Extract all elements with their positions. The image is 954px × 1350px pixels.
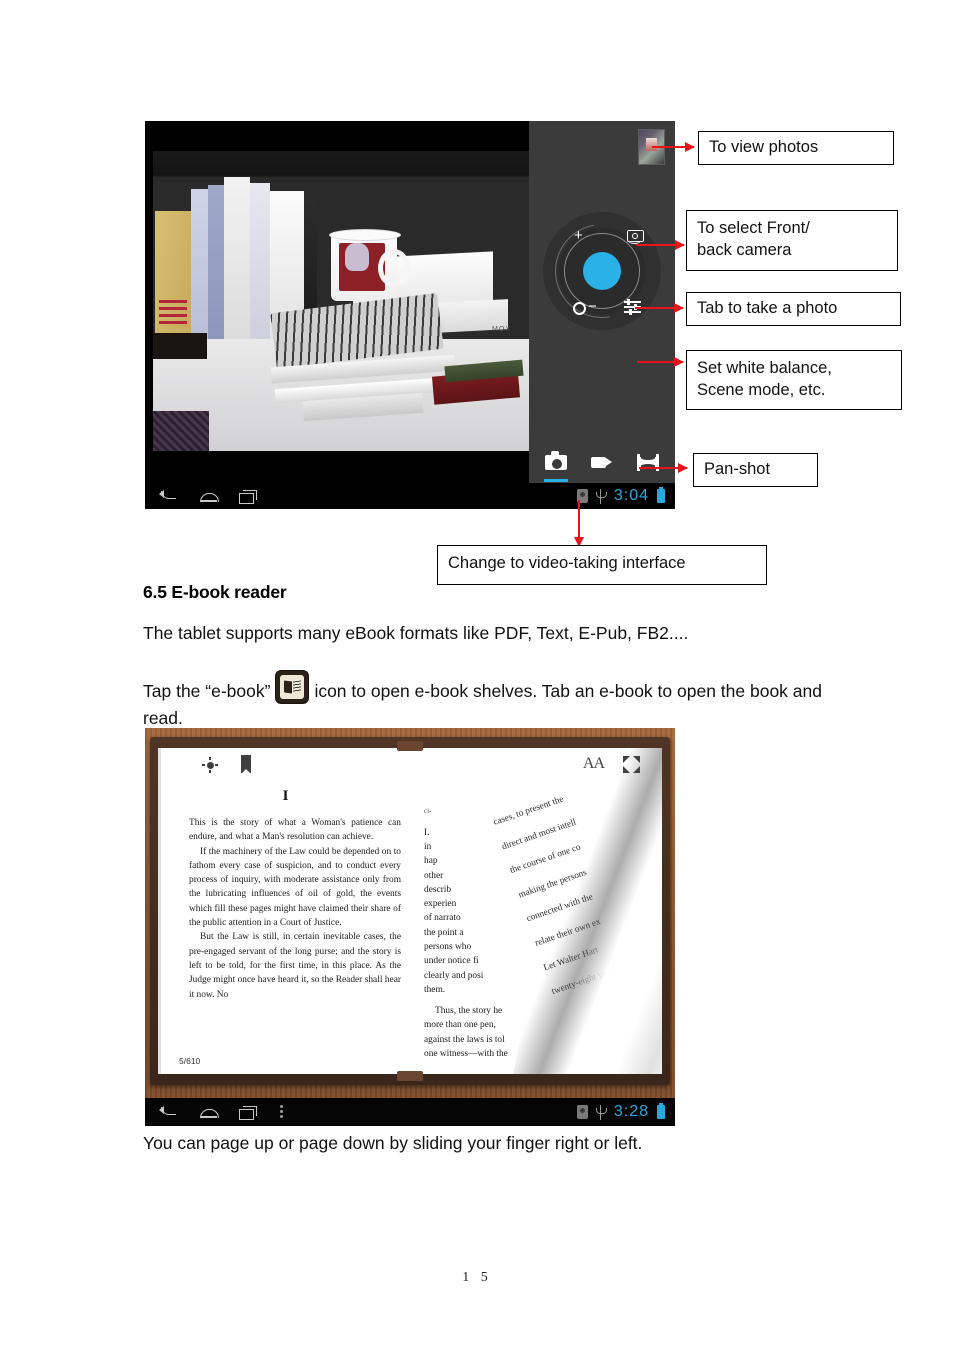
shutter-button[interactable] xyxy=(583,252,621,290)
right-para-3: one witness—with the xyxy=(424,1049,508,1060)
sd-card-icon xyxy=(576,1105,588,1119)
book-pages[interactable]: I This is the story of what a Woman's pa… xyxy=(158,748,662,1074)
callout-video-interface: Change to video-taking interface xyxy=(437,545,767,585)
chapter-number: I xyxy=(282,788,289,804)
back-icon[interactable] xyxy=(159,489,179,503)
status-clock[interactable]: 3:28 xyxy=(614,1103,649,1121)
camera-control-panel: + − xyxy=(529,121,675,483)
right-fragment-8: persons who xyxy=(424,942,472,952)
overflow-menu-icon[interactable] xyxy=(279,1104,284,1120)
status-clock[interactable]: 3:04 xyxy=(614,487,649,505)
camera-viewfinder[interactable]: MOX xyxy=(145,121,529,483)
callout-select-camera: To select Front/ back camera xyxy=(686,210,898,271)
right-fragment-6: of narrato xyxy=(424,913,461,924)
right-page[interactable]: AA ci- I. in hap other describ experien … xyxy=(410,748,662,1074)
patterned-cloth xyxy=(153,411,209,451)
page-counter: 5/610 xyxy=(179,1056,201,1066)
camera-control-dial[interactable]: + − xyxy=(536,205,668,337)
battery-icon xyxy=(657,1103,665,1119)
switch-camera-icon[interactable] xyxy=(627,228,644,244)
zoom-in-label[interactable]: + xyxy=(574,228,583,243)
left-paragraph-2: If the machinery of the Law could be dep… xyxy=(189,846,401,929)
right-fragment-3: other xyxy=(424,870,444,881)
usb-icon xyxy=(595,488,607,504)
book-yellow xyxy=(155,211,191,339)
spine-clasp-bottom xyxy=(397,1071,423,1081)
video-camera-icon[interactable] xyxy=(591,451,613,473)
arrow-take-photo xyxy=(635,303,684,313)
usb-icon xyxy=(595,1104,607,1120)
camera-preview-scene: MOX xyxy=(153,151,529,451)
right-fragment-10: clearly and posi xyxy=(424,970,484,981)
arrow-to-view-photos xyxy=(652,142,695,152)
camera-mode-row xyxy=(529,451,675,482)
ebook-nav-group xyxy=(145,1104,284,1120)
ebook-system-bar: 3:28 xyxy=(145,1098,675,1126)
home-icon[interactable] xyxy=(199,1105,219,1119)
paragraph-formats: The tablet supports many eBook formats l… xyxy=(143,623,689,643)
arrow-white-balance xyxy=(637,357,684,367)
right-fragment-4: describ xyxy=(424,884,452,895)
camera-screenshot: MOX + − 3:04 xyxy=(145,121,675,509)
paragraph-tap-ebook: Tap the “e-book” icon to open e-book shel… xyxy=(143,670,823,732)
zoom-reset-icon[interactable] xyxy=(573,302,586,315)
arrow-video-interface xyxy=(574,500,584,547)
book-frame: I This is the story of what a Woman's pa… xyxy=(150,737,670,1085)
panorama-icon[interactable] xyxy=(637,451,659,473)
page-title: 6.5 E-book reader xyxy=(143,582,287,602)
right-para-1: more than one pen, xyxy=(424,1020,496,1031)
spine-clasp-top xyxy=(397,741,423,751)
coffee-mug xyxy=(329,229,410,301)
book-blue xyxy=(208,185,224,339)
book-white xyxy=(224,177,250,339)
arrow-select-camera xyxy=(636,240,685,250)
ebook-screenshot: I This is the story of what a Woman's pa… xyxy=(145,728,675,1126)
recent-apps-icon[interactable] xyxy=(239,489,259,504)
callout-to-view-photos: To view photos xyxy=(698,131,894,165)
tap-ebook-text-before: Tap the “e-book” xyxy=(143,681,271,701)
recent-apps-icon[interactable] xyxy=(239,1105,259,1120)
paragraph-paging: You can page up or page down by sliding … xyxy=(143,1133,643,1153)
left-page[interactable]: I This is the story of what a Woman's pa… xyxy=(158,748,410,1074)
zoom-out-label[interactable]: − xyxy=(588,299,597,314)
home-icon[interactable] xyxy=(199,489,219,503)
left-page-body: This is the story of what a Woman's pati… xyxy=(189,816,401,1002)
battery-icon xyxy=(657,487,665,503)
book-grey xyxy=(250,183,270,339)
arrow-pan-shot xyxy=(639,463,688,473)
right-fragment-11: them. xyxy=(424,984,446,995)
black-block xyxy=(153,333,207,359)
callout-take-photo: Tab to take a photo xyxy=(686,292,901,326)
right-para-0: Thus, the story he xyxy=(435,1006,503,1017)
brightness-icon[interactable] xyxy=(202,757,218,773)
callout-pan-shot: Pan-shot xyxy=(693,453,818,487)
page-footer-number: 1 5 xyxy=(462,1270,492,1285)
bookmark-icon[interactable] xyxy=(241,755,251,774)
camera-system-bar: 3:04 xyxy=(145,483,675,509)
right-fragment-9: under notice fi xyxy=(424,956,479,967)
ebook-icon xyxy=(275,670,310,704)
box-label: MOX xyxy=(492,326,511,333)
book-lightblue xyxy=(191,189,208,339)
camera-icon[interactable] xyxy=(544,451,568,482)
left-paragraph-3: But the Law is still, in certain inevita… xyxy=(189,932,401,1000)
right-fragment-5: experien xyxy=(424,899,457,910)
right-para-2: against the laws is tol xyxy=(424,1034,505,1045)
left-paragraph-1: This is the story of what a Woman's pati… xyxy=(189,818,401,843)
system-status-group: 3:04 xyxy=(576,487,675,505)
system-nav-group xyxy=(145,489,259,504)
ebook-status-group: 3:28 xyxy=(576,1103,675,1121)
callout-white-balance: Set white balance, Scene mode, etc. xyxy=(686,350,902,410)
right-fragment-7: the point a xyxy=(424,927,464,938)
active-mode-underline xyxy=(544,479,568,482)
back-icon[interactable] xyxy=(159,1105,179,1119)
